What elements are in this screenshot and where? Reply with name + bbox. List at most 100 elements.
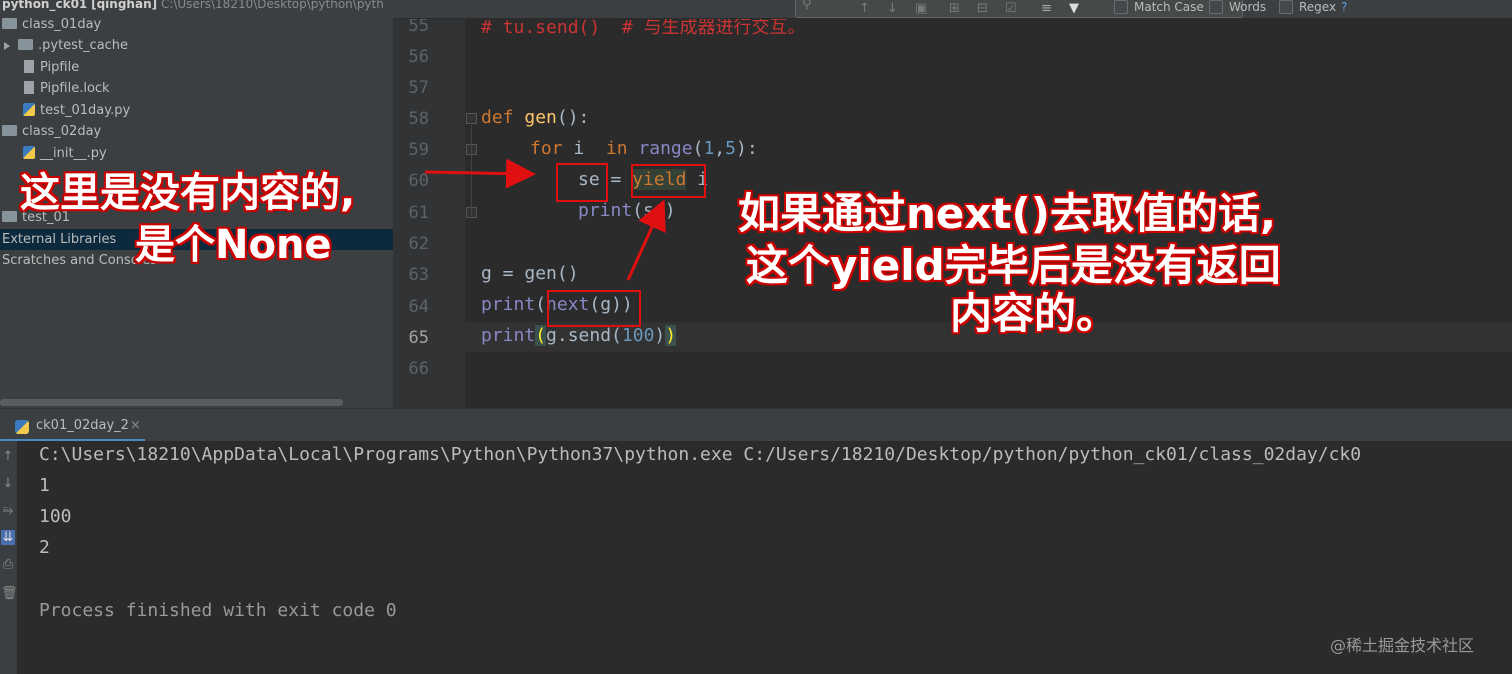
keyword-for: for xyxy=(530,138,563,159)
code-token: ): xyxy=(735,138,758,159)
code-line-65: print(g.send(100)) xyxy=(481,325,677,346)
folder-icon xyxy=(18,39,33,50)
fold-marker-icon[interactable] xyxy=(466,113,477,124)
find-bar: ⚲ ↑ ↓ ▣ ⊞ ⊟ ☑ ≡ ▼ Match Case Words Regex… xyxy=(393,0,1512,19)
line-number: 57 xyxy=(408,78,429,98)
code-line-63: g = gen() xyxy=(481,263,579,284)
project-name: python_ck01 xyxy=(2,0,88,11)
code-line-58: def gen(): xyxy=(481,107,589,128)
code-line-61: print(se) xyxy=(578,200,676,221)
builtin-print: print xyxy=(578,200,633,221)
select-all-icon[interactable]: ☑ xyxy=(1005,1,1017,16)
line-number-current: 65 xyxy=(408,328,429,348)
run-tab[interactable]: ck01_02day_2 × xyxy=(0,409,145,442)
number-literal: 5 xyxy=(725,138,736,159)
line-number: 61 xyxy=(408,203,429,223)
line-number: 56 xyxy=(408,47,429,67)
search-icon: ⚲ xyxy=(802,0,812,12)
close-tab-icon[interactable]: × xyxy=(130,418,141,433)
words-checkbox[interactable] xyxy=(1209,0,1223,14)
annotation-box-next xyxy=(547,290,641,327)
annotation-right-line3: 内容的。 xyxy=(950,289,1119,338)
builtin-range: range xyxy=(638,138,693,159)
line-number: 66 xyxy=(408,359,429,379)
tree-item-class-01day[interactable]: class_01day xyxy=(0,14,393,35)
matched-paren: ) xyxy=(665,325,677,346)
select-all-occurrences-icon[interactable]: ▣ xyxy=(915,1,927,16)
number-literal: 100 xyxy=(621,325,655,346)
regex-checkbox[interactable] xyxy=(1279,0,1293,14)
print-icon[interactable]: ⎙ xyxy=(1,557,15,572)
function-name: gen xyxy=(524,107,557,128)
code-token: i xyxy=(573,138,585,159)
tree-item-pipfile-lock[interactable]: Pipfile.lock xyxy=(0,78,393,99)
previous-occurrence-icon[interactable]: ↑ xyxy=(859,1,870,16)
annotation-box-se xyxy=(556,163,608,202)
tree-label: class_02day xyxy=(22,124,102,139)
tree-label: Pipfile xyxy=(40,60,80,75)
run-console[interactable] xyxy=(17,441,1512,674)
matched-paren: ( xyxy=(535,325,547,346)
line-number: 60 xyxy=(408,171,429,191)
expand-arrow-icon[interactable] xyxy=(4,41,10,50)
scroll-down-icon[interactable]: ↓ xyxy=(1,476,15,491)
keyword-in: in xyxy=(605,138,628,159)
code-token: ) xyxy=(654,325,666,346)
tree-label: __init__.py xyxy=(40,146,107,161)
builtin-print: print xyxy=(481,325,536,346)
tree-item-class-02day[interactable]: class_02day xyxy=(0,121,393,142)
code-token: g xyxy=(481,263,492,284)
project-path: C:\Users\18210\Desktop\python\pyth xyxy=(160,0,384,11)
run-tab-bar: ck01_02day_2 × xyxy=(0,408,1512,442)
words-label: Words xyxy=(1229,0,1267,14)
console-exit-message: Process finished with exit code 0 xyxy=(39,600,397,621)
code-token: , xyxy=(714,138,726,159)
line-number: 63 xyxy=(408,265,429,285)
regex-help-link[interactable]: ? xyxy=(1341,0,1347,15)
regex-label: Regex xyxy=(1299,0,1337,14)
next-occurrence-icon[interactable]: ↓ xyxy=(887,1,898,16)
line-number: 58 xyxy=(408,109,429,129)
folder-icon xyxy=(2,211,17,222)
tree-label: Pipfile.lock xyxy=(40,81,110,96)
scroll-up-icon[interactable]: ↑ xyxy=(1,449,15,464)
scroll-to-end-icon[interactable]: ⇊ xyxy=(1,530,15,545)
tree-label: class_01day xyxy=(22,17,102,32)
list-options-icon[interactable]: ≡ xyxy=(1041,1,1052,16)
file-icon xyxy=(24,60,34,73)
tree-label: External Libraries xyxy=(2,232,117,247)
add-occurrence-icon[interactable]: ⊞ xyxy=(949,1,960,16)
tree-label: Scratches and Consoles xyxy=(2,253,158,268)
folder-icon xyxy=(2,125,17,136)
run-tab-label: ck01_02day_2 xyxy=(36,418,129,433)
line-number: 55 xyxy=(408,16,429,36)
tree-item-pipfile[interactable]: Pipfile xyxy=(0,57,393,78)
number-literal: 1 xyxy=(703,138,715,159)
tree-item-test-01day-py[interactable]: test_01day.py xyxy=(0,100,393,121)
line-number: 62 xyxy=(408,234,429,254)
tree-item-pytest-cache[interactable]: .pytest_cache xyxy=(0,35,393,56)
match-case-checkbox[interactable] xyxy=(1114,0,1128,14)
keyword-def: def xyxy=(481,107,514,128)
python-file-icon xyxy=(23,146,35,159)
filter-icon[interactable]: ▼ xyxy=(1069,1,1079,16)
code-token: ( xyxy=(692,138,704,159)
match-case-label: Match Case xyxy=(1134,0,1204,14)
fold-guide xyxy=(471,125,472,215)
line-number: 59 xyxy=(408,140,429,160)
sidebar-horizontal-scrollbar[interactable] xyxy=(0,399,343,406)
code-token: ( xyxy=(535,294,547,315)
file-icon xyxy=(24,81,34,94)
remove-occurrence-icon[interactable]: ⊟ xyxy=(977,1,988,16)
soft-wrap-icon[interactable]: ⥱ xyxy=(1,503,15,518)
clear-all-icon[interactable]: 🗑 xyxy=(1,586,18,601)
watermark: @稀土掘金技术社区 xyxy=(1330,636,1475,655)
folder-icon xyxy=(2,18,17,29)
line-number: 64 xyxy=(408,297,429,317)
annotation-box-yield xyxy=(631,164,706,198)
console-output-line: 2 xyxy=(39,537,50,558)
python-file-icon xyxy=(23,103,35,116)
console-command-line: C:\Users\18210\AppData\Local\Programs\Py… xyxy=(39,444,1362,465)
code-token: = gen() xyxy=(491,263,579,284)
annotation-left-line2: 是个None xyxy=(135,222,332,268)
